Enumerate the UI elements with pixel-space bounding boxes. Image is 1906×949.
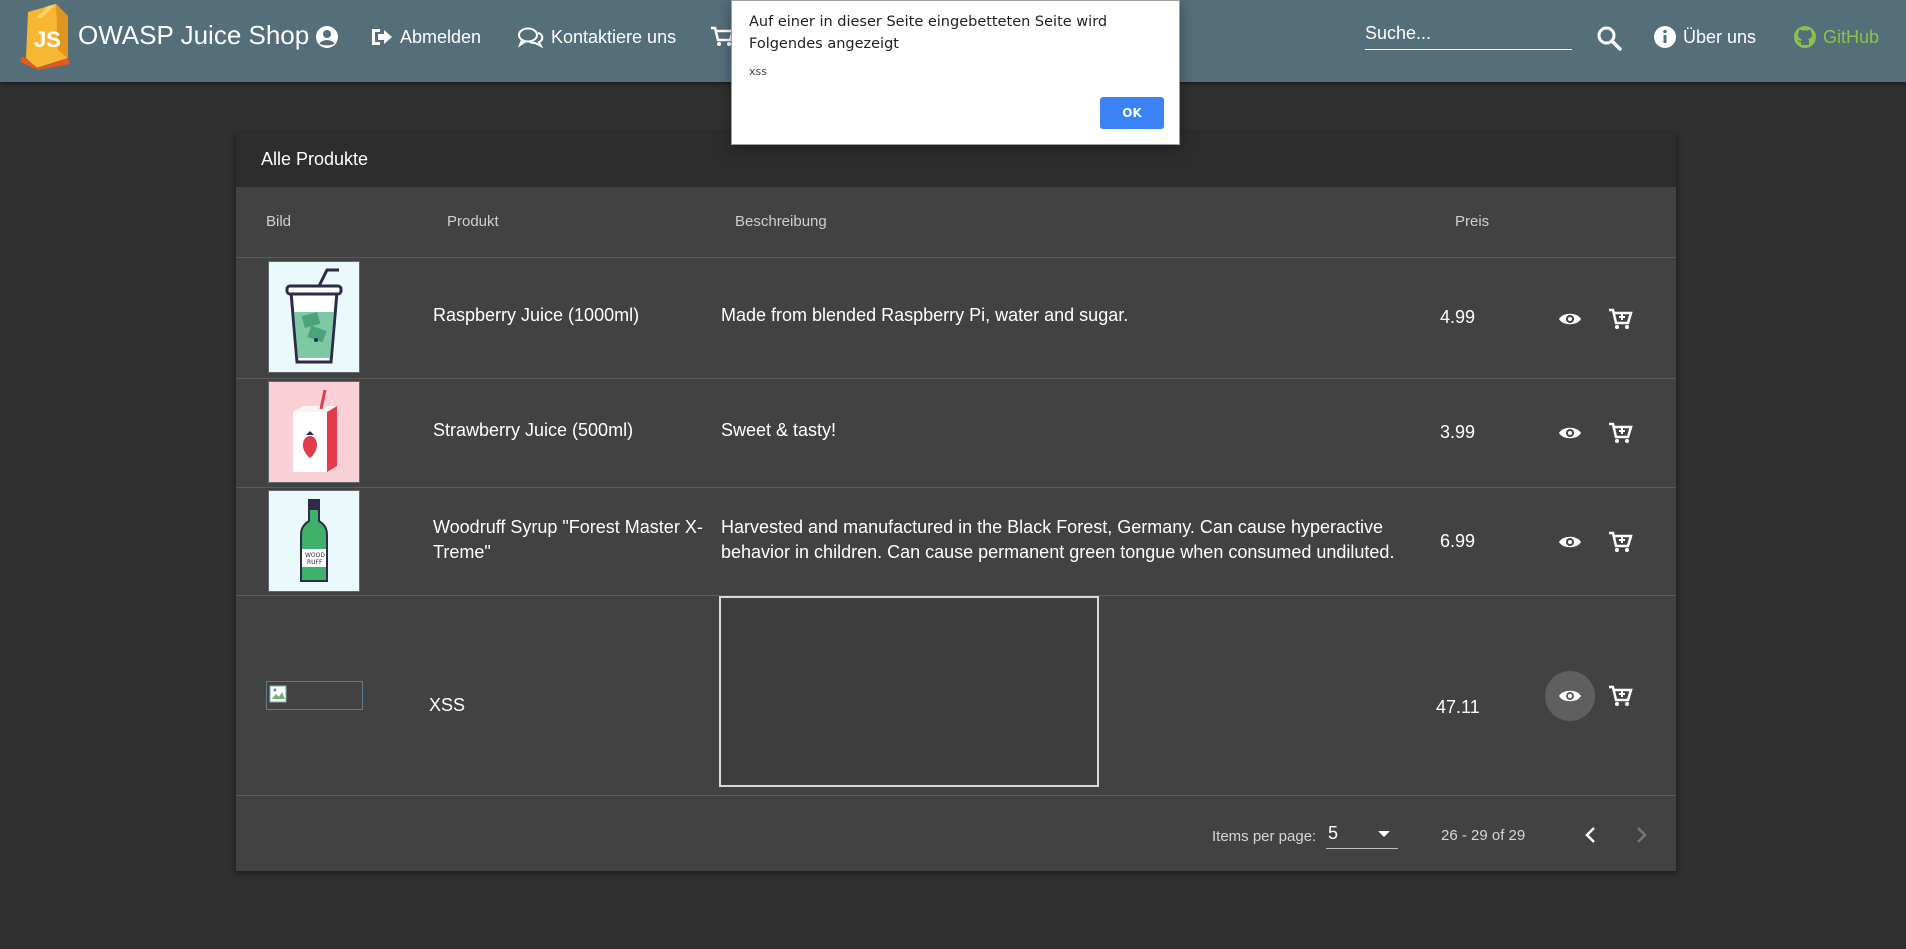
search-icon[interactable] bbox=[1596, 25, 1622, 51]
raspberry-juice-cup-icon bbox=[269, 262, 359, 372]
github-icon bbox=[1794, 26, 1816, 48]
search-input[interactable] bbox=[1365, 18, 1572, 50]
product-description: Harvested and manufactured in the Black … bbox=[721, 517, 1395, 562]
product-price: 3.99 bbox=[1440, 422, 1476, 442]
eye-icon[interactable] bbox=[1556, 305, 1584, 333]
info-icon bbox=[1654, 26, 1676, 48]
broken-image-icon bbox=[269, 685, 287, 703]
comments-icon bbox=[517, 27, 544, 48]
page-size-value: 5 bbox=[1328, 823, 1339, 843]
product-price: 47.11 bbox=[1436, 697, 1480, 717]
product-name: Woodruff Syrup "Forest Master X-Treme" bbox=[433, 517, 703, 562]
row-divider bbox=[236, 795, 1676, 796]
logout-button[interactable]: Abmelden bbox=[370, 24, 481, 50]
product-image[interactable] bbox=[268, 261, 360, 373]
alert-dialog: Auf einer in dieser Seite eingebetteten … bbox=[731, 0, 1180, 145]
add-to-basket-icon[interactable] bbox=[1606, 528, 1634, 556]
column-header-price[interactable]: Preis bbox=[1455, 213, 1489, 230]
github-label: GitHub bbox=[1823, 26, 1880, 47]
eye-icon[interactable] bbox=[1556, 682, 1584, 710]
contact-label: Kontaktiere uns bbox=[551, 26, 677, 47]
dropdown-arrow-icon bbox=[1378, 831, 1390, 837]
product-name: Strawberry Juice (500ml) bbox=[433, 420, 634, 440]
add-to-basket-icon[interactable] bbox=[1606, 419, 1634, 447]
github-link[interactable]: GitHub bbox=[1793, 24, 1879, 50]
svg-text:WOOD: WOOD bbox=[305, 552, 325, 559]
column-header-image[interactable]: Bild bbox=[266, 213, 291, 230]
alert-ok-button[interactable]: OK bbox=[1100, 97, 1164, 129]
page-size-select[interactable]: 5 bbox=[1326, 819, 1398, 849]
column-header-product[interactable]: Produkt bbox=[447, 213, 499, 230]
eye-icon[interactable] bbox=[1556, 528, 1584, 556]
svg-text:RUFF: RUFF bbox=[307, 559, 323, 566]
juice-shop-logo[interactable]: JS bbox=[18, 2, 76, 70]
eye-icon[interactable] bbox=[1556, 419, 1584, 447]
woodruff-syrup-bottle-icon: WOOD RUFF bbox=[269, 491, 359, 591]
previous-page-icon[interactable] bbox=[1577, 821, 1605, 849]
page-range-label: 26 - 29 of 29 bbox=[1441, 827, 1526, 844]
about-label: Über uns bbox=[1683, 26, 1757, 47]
svg-text:JS: JS bbox=[34, 27, 61, 52]
add-to-basket-icon[interactable] bbox=[1606, 682, 1634, 710]
column-header-description[interactable]: Beschreibung bbox=[735, 213, 827, 230]
about-button[interactable]: Über uns bbox=[1653, 24, 1756, 50]
alert-text: xss bbox=[749, 65, 767, 78]
table-title: Alle Produkte bbox=[261, 149, 369, 169]
alert-message: Auf einer in dieser Seite eingebetteten … bbox=[749, 14, 1108, 52]
row-divider bbox=[236, 378, 1676, 379]
product-description: Sweet & tasty! bbox=[721, 420, 837, 440]
product-image[interactable] bbox=[268, 381, 360, 483]
product-price: 4.99 bbox=[1440, 307, 1476, 327]
items-per-page-label: Items per page: bbox=[1212, 828, 1317, 845]
product-price: 6.99 bbox=[1440, 531, 1476, 551]
contact-button[interactable]: Kontaktiere uns bbox=[517, 24, 676, 50]
logout-label: Abmelden bbox=[400, 26, 482, 47]
product-name: XSS bbox=[429, 695, 466, 715]
strawberry-juice-box-icon bbox=[269, 382, 359, 482]
next-page-icon[interactable] bbox=[1627, 821, 1655, 849]
product-name: Raspberry Juice (1000ml) bbox=[433, 305, 640, 325]
product-table-card: Alle Produkte Bild Produkt Beschreibung … bbox=[236, 133, 1676, 871]
embedded-iframe[interactable] bbox=[719, 596, 1099, 787]
row-divider bbox=[236, 257, 1676, 258]
app-title[interactable]: OWASP Juice Shop bbox=[78, 20, 309, 51]
product-description: Made from blended Raspberry Pi, water an… bbox=[721, 305, 1129, 325]
add-to-basket-icon[interactable] bbox=[1606, 305, 1634, 333]
logout-icon bbox=[372, 29, 392, 45]
account-icon[interactable] bbox=[314, 24, 340, 50]
product-image[interactable] bbox=[266, 681, 363, 710]
row-divider bbox=[236, 487, 1676, 488]
product-image[interactable]: WOOD RUFF bbox=[268, 490, 360, 592]
